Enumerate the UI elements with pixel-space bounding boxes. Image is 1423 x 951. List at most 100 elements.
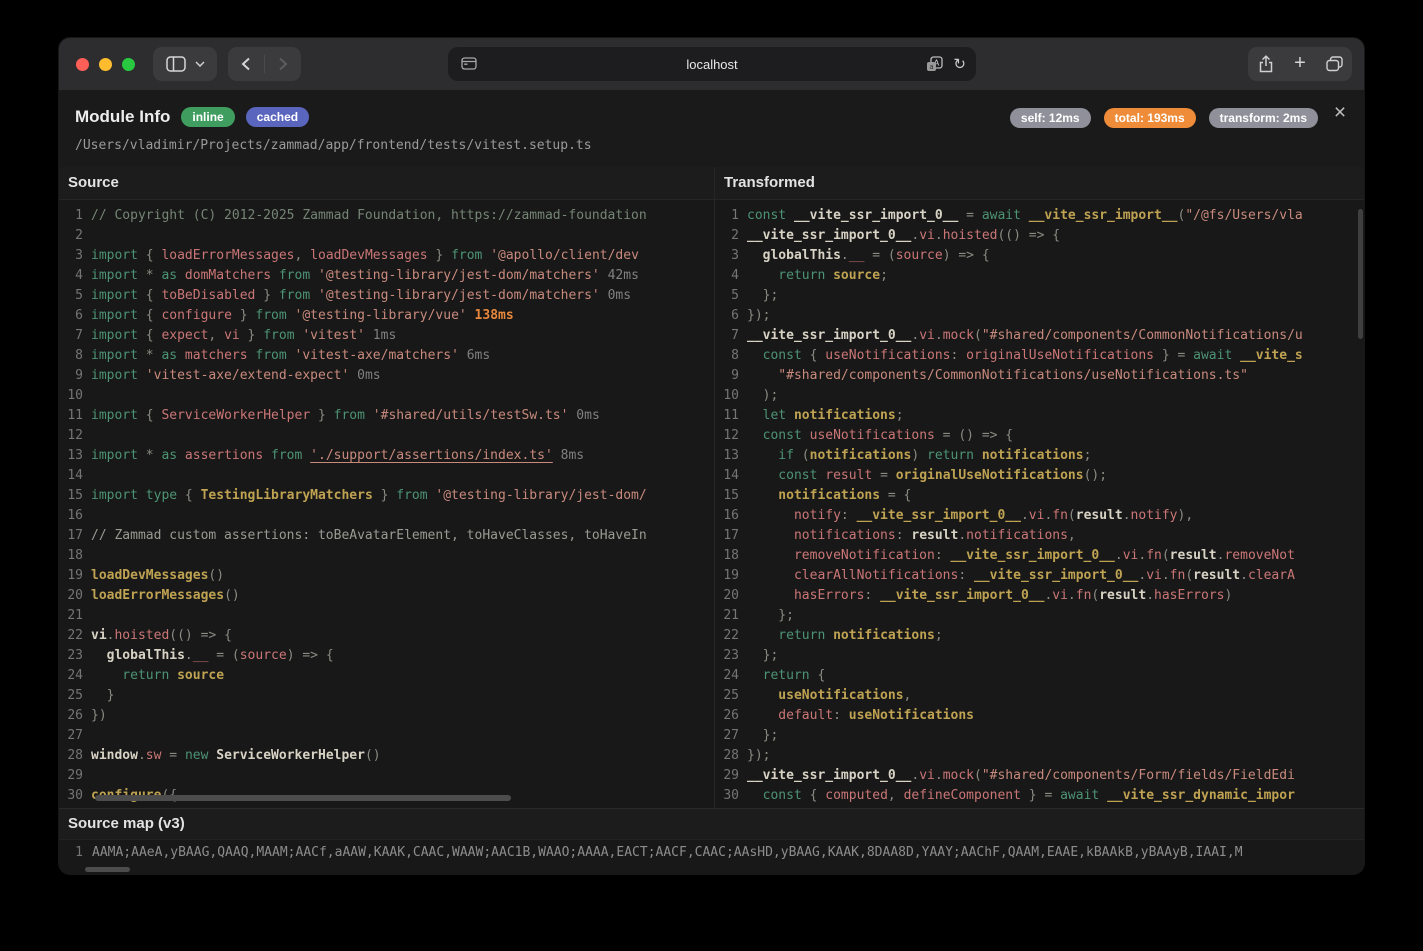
code-line: 26 default: useNotifications <box>715 706 1364 726</box>
code-line: 4 return source; <box>715 266 1364 286</box>
page-title: Module Info <box>75 107 170 127</box>
line-number: 14 <box>59 466 83 486</box>
code-line: 18 removeNotification: __vite_ssr_import… <box>715 546 1364 566</box>
code-line: 25 useNotifications, <box>715 686 1364 706</box>
code-line: 2 <box>59 226 714 246</box>
line-number: 26 <box>59 706 83 726</box>
line-number: 13 <box>59 446 83 466</box>
page-icon <box>461 57 477 70</box>
sourcemap-mappings: AAMA;AAeA,yBAAG,QAAQ,MAAM;AACf,aAAW,KAAK… <box>92 845 1243 860</box>
line-number: 18 <box>715 546 739 566</box>
tab-overview-button[interactable] <box>1317 47 1351 81</box>
code-line: 7import { expect, vi } from 'vitest' 1ms <box>59 326 714 346</box>
code-line: 13 if (notifications) return notificatio… <box>715 446 1364 466</box>
share-button[interactable] <box>1249 47 1283 81</box>
sourcemap-line: 1AAMA;AAeA,yBAAG,QAAQ,MAAM;AACf,aAAW,KAA… <box>59 840 1364 866</box>
forward-button[interactable] <box>265 47 301 81</box>
new-tab-button[interactable]: + <box>1283 47 1317 81</box>
line-number: 21 <box>715 606 739 626</box>
code-line: 20loadErrorMessages() <box>59 586 714 606</box>
code-line: 15 notifications = { <box>715 486 1364 506</box>
nav-buttons <box>228 47 301 81</box>
transformed-panel: Transformed 1const __vite_ssr_import_0__… <box>714 167 1364 808</box>
code-line: 9 "#shared/components/CommonNotification… <box>715 366 1364 386</box>
line-number: 4 <box>59 266 83 286</box>
line-number: 20 <box>715 586 739 606</box>
line-number: 9 <box>59 366 83 386</box>
toolbar-actions: + <box>1248 47 1352 81</box>
svg-text:a: a <box>930 63 934 71</box>
url-text: localhost <box>448 57 976 72</box>
transformed-code[interactable]: 1const __vite_ssr_import_0__ = await __v… <box>715 200 1364 808</box>
back-button[interactable] <box>228 47 264 81</box>
source-horizontal-scrollbar[interactable] <box>95 795 511 801</box>
code-line: 17 notifications: result.notifications, <box>715 526 1364 546</box>
code-line: 12 <box>59 426 714 446</box>
sourcemap-horizontal-scrollbar[interactable] <box>85 867 130 872</box>
line-number: 6 <box>715 306 739 326</box>
sidebar-toggle-button[interactable] <box>153 47 217 81</box>
code-line: 15import type { TestingLibraryMatchers }… <box>59 486 714 506</box>
window-minimize-button[interactable] <box>99 58 112 71</box>
diff-panels: Source 1// Copyright (C) 2012-2025 Zamma… <box>59 167 1364 808</box>
line-number: 16 <box>715 506 739 526</box>
code-line: 26}) <box>59 706 714 726</box>
source-panel-title: Source <box>59 167 714 200</box>
line-number: 26 <box>715 706 739 726</box>
window-close-button[interactable] <box>76 58 89 71</box>
line-number: 30 <box>715 786 739 806</box>
reload-button[interactable]: ↻ <box>953 57 966 72</box>
source-panel: Source 1// Copyright (C) 2012-2025 Zamma… <box>59 167 714 808</box>
code-line: 18 <box>59 546 714 566</box>
transformed-vertical-scrollbar[interactable] <box>1358 209 1363 339</box>
close-icon[interactable]: × <box>1329 102 1351 124</box>
code-line: 22 return notifications; <box>715 626 1364 646</box>
code-line: 7__vite_ssr_import_0__.vi.mock("#shared/… <box>715 326 1364 346</box>
code-line: 10 <box>59 386 714 406</box>
code-line: 4import * as domMatchers from '@testing-… <box>59 266 714 286</box>
line-number: 27 <box>715 726 739 746</box>
line-number: 29 <box>59 766 83 786</box>
code-line: 27 }; <box>715 726 1364 746</box>
code-line: 29__vite_ssr_import_0__.vi.mock("#shared… <box>715 766 1364 786</box>
source-code[interactable]: 1// Copyright (C) 2012-2025 Zammad Found… <box>59 200 714 808</box>
timing-pill: self: 12ms <box>1010 108 1091 128</box>
browser-window: localhost A a ↻ <box>59 38 1364 874</box>
window-zoom-button[interactable] <box>122 58 135 71</box>
module-info-header: Module Info inlinecached /Users/vladimir… <box>59 90 1364 168</box>
tabs-icon <box>1326 56 1343 72</box>
code-line: 21 }; <box>715 606 1364 626</box>
code-line: 29 <box>59 766 714 786</box>
transformed-panel-title: Transformed <box>715 167 1364 200</box>
chevron-left-icon <box>241 57 251 71</box>
line-number: 24 <box>59 666 83 686</box>
line-number: 2 <box>59 226 83 246</box>
code-line: 10 ); <box>715 386 1364 406</box>
timing-pill: total: 193ms <box>1104 108 1196 128</box>
line-number: 21 <box>59 606 83 626</box>
line-number: 3 <box>59 246 83 266</box>
line-number: 20 <box>59 586 83 606</box>
code-line: 16 <box>59 506 714 526</box>
line-number: 15 <box>59 486 83 506</box>
address-bar[interactable]: localhost A a ↻ <box>448 47 976 81</box>
line-number: 27 <box>59 726 83 746</box>
line-number: 23 <box>715 646 739 666</box>
line-number: 11 <box>59 406 83 426</box>
line-number: 1 <box>59 206 83 226</box>
line-number: 8 <box>59 346 83 366</box>
sidebar-icon <box>166 56 186 72</box>
code-line: 23 }; <box>715 646 1364 666</box>
line-number: 11 <box>715 406 739 426</box>
line-number: 10 <box>59 386 83 406</box>
code-line: 5 }; <box>715 286 1364 306</box>
line-number: 22 <box>59 626 83 646</box>
code-line: 1const __vite_ssr_import_0__ = await __v… <box>715 206 1364 226</box>
line-number: 5 <box>59 286 83 306</box>
browser-toolbar: localhost A a ↻ <box>59 38 1364 91</box>
line-number: 25 <box>715 686 739 706</box>
line-number: 19 <box>715 566 739 586</box>
translate-icon[interactable]: A a <box>926 56 943 72</box>
code-line: 28}); <box>715 746 1364 766</box>
code-line: 3import { loadErrorMessages, loadDevMess… <box>59 246 714 266</box>
